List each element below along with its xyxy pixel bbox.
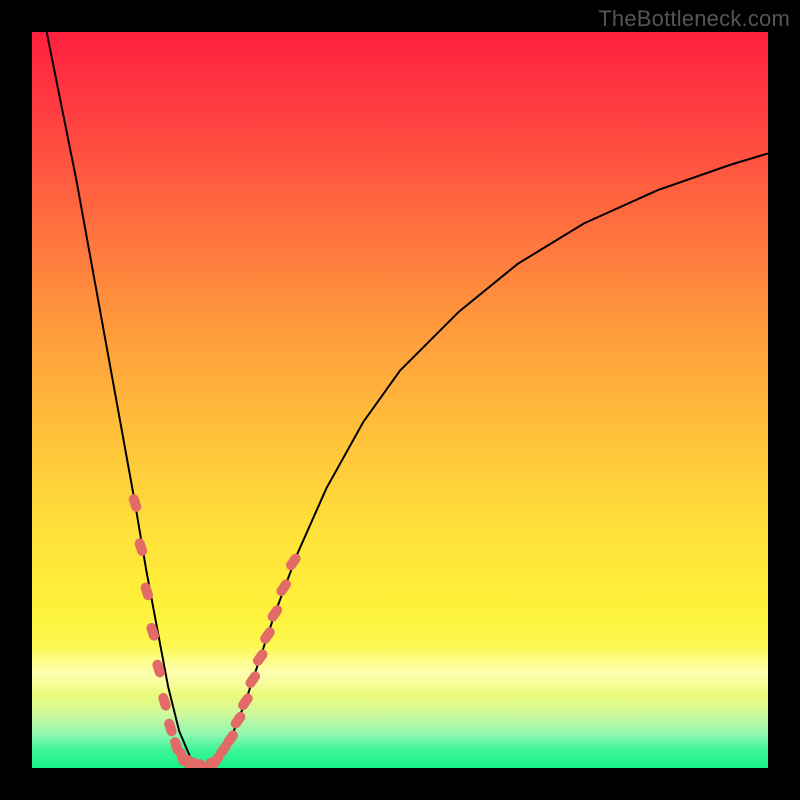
plot-area — [32, 32, 768, 768]
outer-frame: TheBottleneck.com — [0, 0, 800, 800]
watermark-text: TheBottleneck.com — [598, 6, 790, 32]
